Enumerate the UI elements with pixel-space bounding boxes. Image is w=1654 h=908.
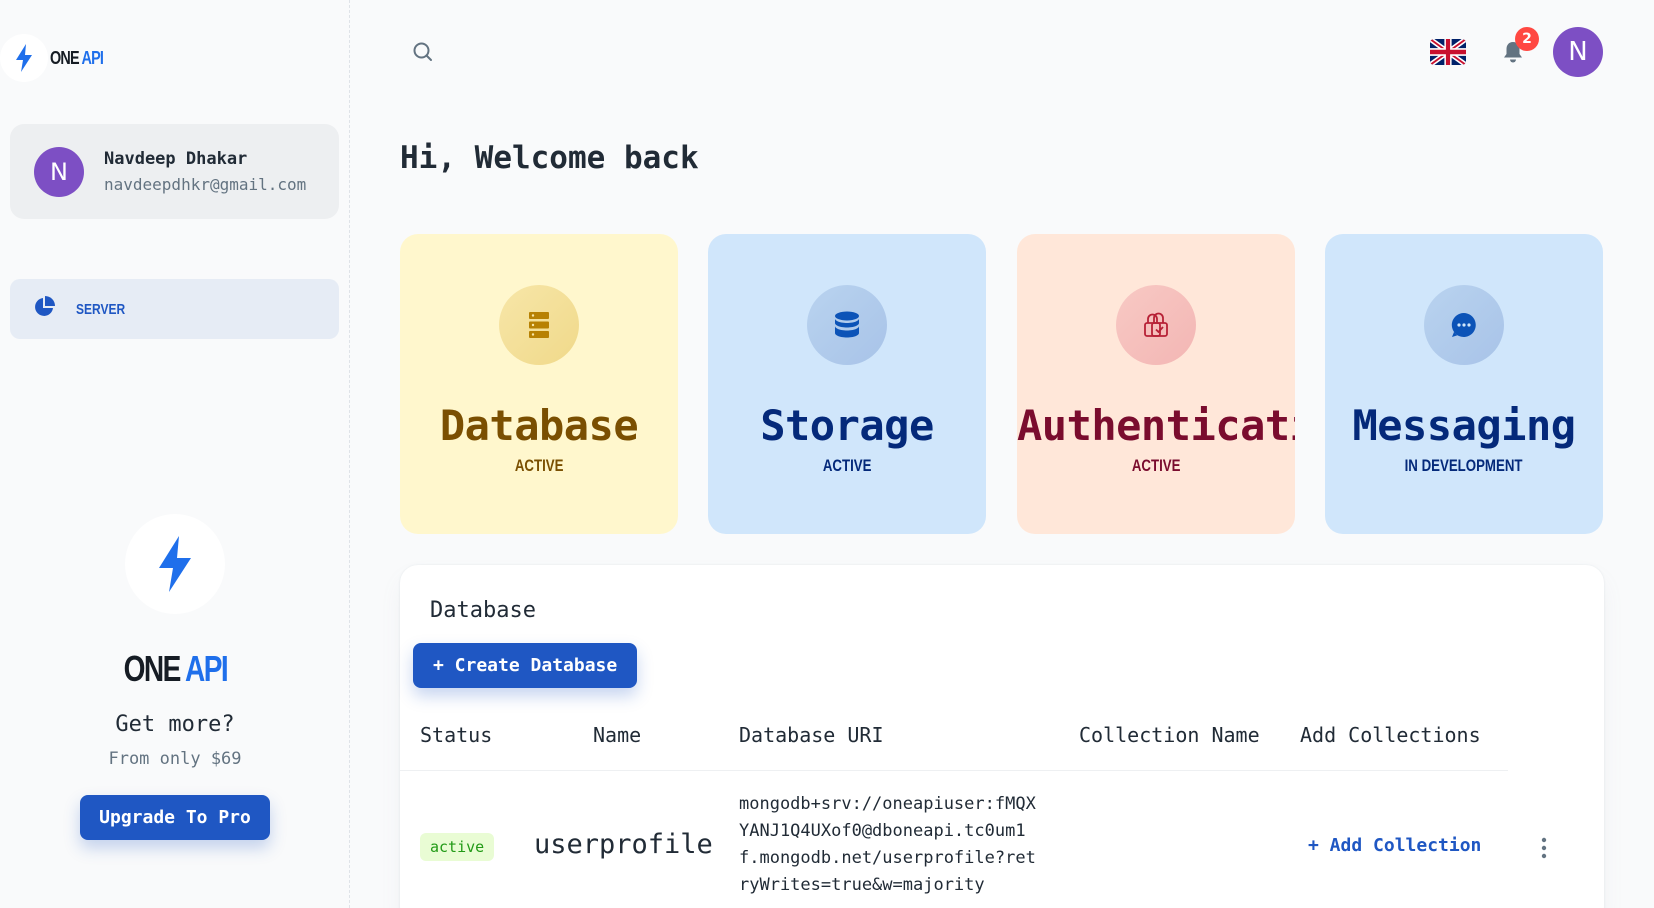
promo-brand: ONE API (123, 648, 229, 690)
account-name: Navdeep Dhakar (104, 148, 248, 169)
lightning-icon (0, 34, 48, 82)
card-authentication[interactable]: Authentication ACTIVE (1017, 234, 1295, 534)
notification-badge: 2 (1515, 27, 1539, 51)
lock-icon (1116, 285, 1196, 365)
column-header-add-collections[interactable]: Add Collections (1300, 723, 1481, 747)
database-icon (807, 285, 887, 365)
promo-title: Get more? (115, 712, 235, 737)
uk-flag-icon[interactable] (1430, 39, 1466, 65)
card-title: Storage (760, 401, 934, 450)
upgrade-promo: ONE API Get more? From only $69 Upgrade … (0, 514, 350, 840)
pie-chart-icon (32, 295, 56, 323)
card-status: ACTIVE (822, 456, 872, 475)
upgrade-button[interactable]: Upgrade To Pro (80, 795, 270, 840)
card-status: ACTIVE (514, 456, 564, 475)
add-collection-link[interactable]: + Add Collection (1308, 835, 1481, 856)
create-database-button[interactable]: + Create Database (413, 643, 638, 688)
card-storage[interactable]: Storage ACTIVE (708, 234, 986, 534)
panel-title: Database (430, 598, 536, 623)
promo-brand-api: API (184, 648, 229, 689)
logo-text: ONE API (50, 47, 104, 69)
server-icon (499, 285, 579, 365)
status-badge: active (420, 833, 495, 861)
column-header-status[interactable]: Status (420, 723, 492, 747)
sidebar: ONE API N Navdeep Dhakar navdeepdhkr@gma… (0, 0, 350, 908)
logo-one: ONE (50, 47, 80, 68)
card-title: Database (439, 401, 639, 450)
page-title: Hi, Welcome back (400, 140, 699, 176)
avatar: N (34, 146, 84, 197)
card-status: IN DEVELOPMENT (1405, 456, 1523, 475)
card-title: Authentication (1017, 401, 1295, 450)
promo-subtitle: From only $69 (108, 749, 242, 769)
account-card[interactable]: N Navdeep Dhakar navdeepdhkr@gmail.com (10, 124, 339, 219)
database-name: userprofile (534, 829, 713, 860)
more-vertical-icon[interactable] (1541, 837, 1547, 863)
chat-icon (1424, 285, 1504, 365)
account-email: navdeepdhkr@gmail.com (104, 174, 307, 194)
logo-api: API (81, 47, 104, 68)
database-uri: mongodb+srv://oneapiuser:fMQXYANJ1Q4UXof… (739, 794, 1036, 895)
account-info: Navdeep Dhakar navdeepdhkr@gmail.com (104, 146, 306, 198)
database-panel: Database + Create Database Status Name D… (400, 565, 1604, 908)
sidebar-item-server[interactable]: SERVER (10, 279, 339, 339)
card-database[interactable]: Database ACTIVE (400, 234, 678, 534)
card-title: Messaging (1352, 401, 1576, 450)
table-divider (400, 770, 1508, 771)
column-header-uri[interactable]: Database URI (739, 723, 884, 747)
card-status: ACTIVE (1131, 456, 1181, 475)
logo[interactable]: ONE API (0, 34, 116, 82)
lightning-icon (125, 514, 225, 614)
column-header-collection-name[interactable]: Collection Name (1079, 723, 1260, 747)
card-messaging[interactable]: Messaging IN DEVELOPMENT (1325, 234, 1603, 534)
header-avatar[interactable]: N (1553, 27, 1603, 77)
sidebar-item-label: SERVER (76, 300, 126, 318)
promo-brand-one: ONE (123, 648, 181, 689)
column-header-name[interactable]: Name (593, 723, 641, 747)
search-icon[interactable] (411, 40, 435, 68)
